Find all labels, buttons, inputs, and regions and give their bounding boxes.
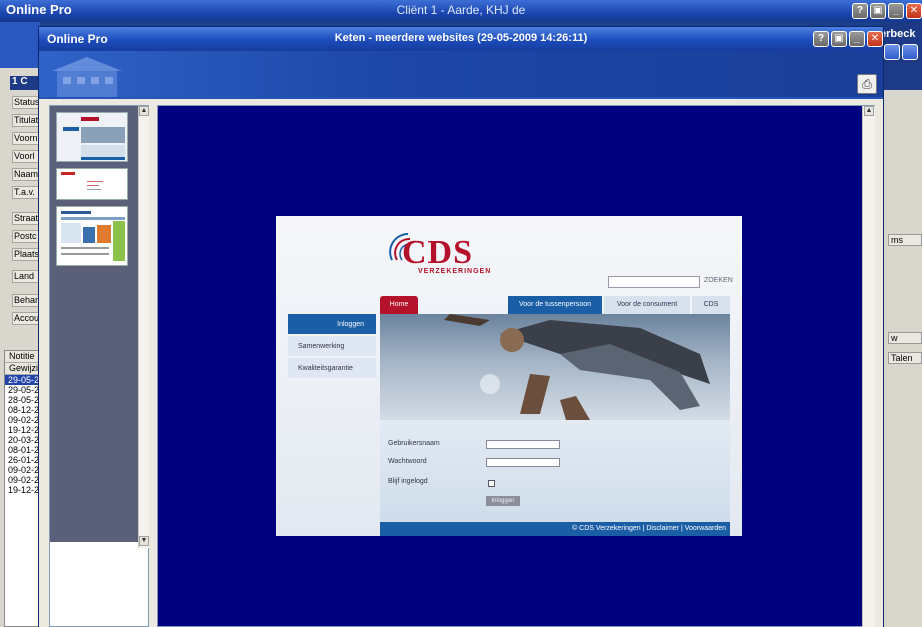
user-name-label: erbeck xyxy=(880,28,916,40)
dialog-titlebar: Online Pro Keten - meerdere websites (29… xyxy=(39,27,883,51)
list-item[interactable]: 09-02-2 xyxy=(5,465,39,475)
websites-dialog: Online Pro Keten - meerdere websites (29… xyxy=(38,26,884,627)
dialog-banner xyxy=(39,51,883,97)
logo-text: CDS xyxy=(402,234,474,271)
minimize-icon[interactable]: _ xyxy=(888,3,904,19)
notes-list[interactable]: Notitie Gewijzig 29-05-2 29-05-2 28-05-2… xyxy=(4,350,40,627)
help-icon[interactable]: ? xyxy=(852,3,868,19)
list-item[interactable]: 28-05-2 xyxy=(5,395,39,405)
thumbnail-scrollbar[interactable]: ▲ ▼ xyxy=(138,106,149,548)
contacts-icon[interactable] xyxy=(884,44,900,60)
list-item[interactable]: 08-12-2 xyxy=(5,405,39,415)
close-icon[interactable]: ✕ xyxy=(906,3,922,19)
website-thumbnail-2[interactable] xyxy=(56,168,128,200)
right-field-w[interactable]: w xyxy=(888,332,922,344)
web-nav-inloggen[interactable]: Inloggen xyxy=(288,314,376,336)
web-tab-home[interactable]: Home xyxy=(380,296,418,314)
notes-column-header[interactable]: Gewijzig xyxy=(5,363,39,375)
main-right-form: ms w Talen xyxy=(880,90,922,627)
main-right-panel: erbeck ms w Talen xyxy=(880,22,922,627)
website-thumbnail-1[interactable] xyxy=(56,112,128,162)
field-behandelaar[interactable]: Behan xyxy=(12,294,40,307)
main-window-title: Cliënt 1 - Aarde, KHJ de xyxy=(396,3,526,17)
dialog-title: Keten - meerdere websites (29-05-2009 14… xyxy=(334,32,588,44)
web-search-button[interactable]: ZOEKEN xyxy=(704,277,733,284)
web-tab-tussenpersoon[interactable]: Voor de tussenpersoon xyxy=(508,296,602,314)
viewer-scrollbar[interactable]: ▲ xyxy=(862,106,875,627)
web-nav-samenwerking[interactable]: Samenwerking xyxy=(288,336,376,358)
password-input[interactable] xyxy=(486,458,560,467)
list-item[interactable]: 19-12-2 xyxy=(5,485,39,495)
list-item[interactable]: 08-01-2 xyxy=(5,445,39,455)
thumbnail-list xyxy=(50,106,138,542)
logo-subtitle: VERZEKERINGEN xyxy=(418,268,492,275)
printer-icon: ⎙ xyxy=(862,77,872,91)
client-form-header: 1 C xyxy=(10,76,40,90)
field-postcode[interactable]: Postc xyxy=(12,230,40,243)
list-item[interactable]: 09-02-2 xyxy=(5,415,39,425)
remember-label: Blijf ingelogd xyxy=(388,478,428,485)
dialog-minimize-icon[interactable]: _ xyxy=(849,31,865,47)
username-label: Gebruikersnaam xyxy=(388,440,440,447)
username-input[interactable] xyxy=(486,440,560,449)
restore-icon[interactable]: ▣ xyxy=(870,3,886,19)
field-naam[interactable]: Naam xyxy=(12,168,40,181)
notes-tab[interactable]: Notitie xyxy=(5,351,39,363)
scroll-up-icon[interactable]: ▲ xyxy=(139,106,149,116)
list-item[interactable]: 09-02-2 xyxy=(5,475,39,485)
website-viewer: ▲ CDS VERZEKERINGEN ZOEKEN Home Voor de … xyxy=(157,105,875,627)
right-field-ms[interactable]: ms xyxy=(888,234,922,246)
hero-image xyxy=(380,314,730,420)
dialog-restore-icon[interactable]: ▣ xyxy=(831,31,847,47)
web-search-input[interactable] xyxy=(608,276,700,288)
building-icon xyxy=(52,57,122,97)
password-label: Wachtwoord xyxy=(388,458,427,465)
website-thumbnail-3[interactable] xyxy=(56,206,128,266)
web-nav-kwaliteitsgarantie[interactable]: Kwaliteitsgarantie xyxy=(288,358,376,380)
field-status[interactable]: Status xyxy=(12,96,40,109)
field-straat[interactable]: Straat xyxy=(12,212,40,225)
dialog-help-icon[interactable]: ? xyxy=(813,31,829,47)
remember-checkbox[interactable] xyxy=(488,480,495,487)
login-form: Gebruikersnaam Wachtwoord Blijf ingelogd… xyxy=(380,420,730,522)
field-voornaam[interactable]: Voorn xyxy=(12,132,40,145)
list-item[interactable]: 29-05-2 xyxy=(5,385,39,395)
field-plaats[interactable]: Plaats xyxy=(12,248,40,261)
book-icon[interactable] xyxy=(902,44,918,60)
thumbnail-panel: ▲ ▼ xyxy=(49,105,149,627)
main-titlebar: Online Pro Cliënt 1 - Aarde, KHJ de ? ▣ … xyxy=(0,0,922,22)
field-tav[interactable]: T.a.v. xyxy=(12,186,40,199)
dialog-body: ▲ ▼ ▲ CDS VERZEKERINGEN ZOEKEN Home Voor… xyxy=(39,99,883,627)
web-footer: © CDS Verzekeringen | Disclaimer | Voorw… xyxy=(380,522,730,536)
field-land[interactable]: Land xyxy=(12,270,40,283)
list-item[interactable]: 20-03-2 xyxy=(5,435,39,445)
print-button[interactable]: ⎙ xyxy=(857,74,877,94)
website-screenshot: CDS VERZEKERINGEN ZOEKEN Home Voor de tu… xyxy=(276,216,742,536)
web-tab-cds[interactable]: CDS xyxy=(692,296,730,314)
field-account[interactable]: Accou xyxy=(12,312,40,325)
dialog-close-icon[interactable]: ✕ xyxy=(867,31,883,47)
viewer-scroll-up-icon[interactable]: ▲ xyxy=(864,106,874,116)
field-voorletters[interactable]: Voorl xyxy=(12,150,40,163)
login-submit-button[interactable]: Inloggen xyxy=(486,496,520,506)
talen-tab[interactable]: Talen xyxy=(888,352,922,364)
field-titulatuur[interactable]: Titulat xyxy=(12,114,40,127)
list-item[interactable]: 26-01-2 xyxy=(5,455,39,465)
scroll-down-icon[interactable]: ▼ xyxy=(139,536,149,546)
list-item[interactable]: 19-12-2 xyxy=(5,425,39,435)
list-item[interactable]: 29-05-2 xyxy=(5,375,39,385)
web-side-nav: Inloggen Samenwerking Kwaliteitsgarantie xyxy=(288,314,376,380)
web-tab-consument[interactable]: Voor de consument xyxy=(604,296,690,314)
